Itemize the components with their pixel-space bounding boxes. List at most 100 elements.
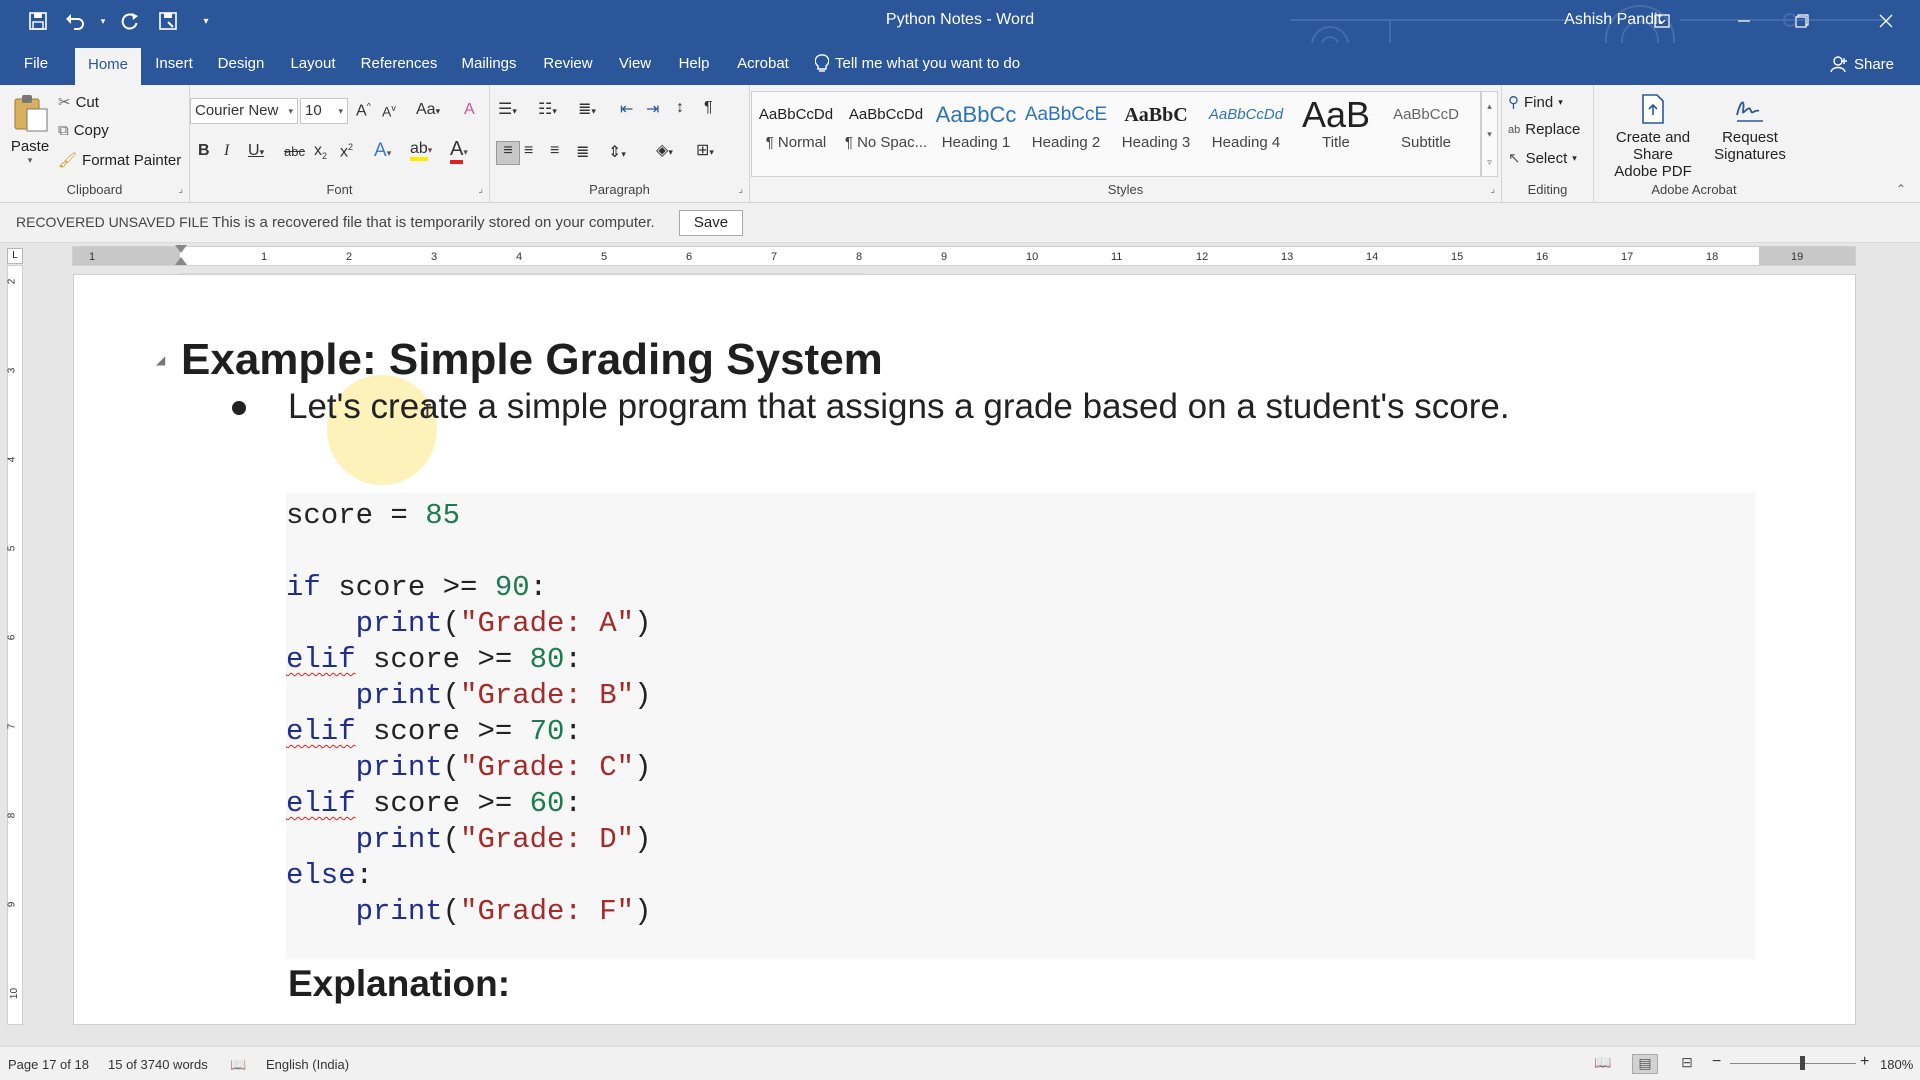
style-title[interactable]: AaB Title bbox=[1292, 96, 1380, 166]
zoom-level[interactable]: 180% bbox=[1880, 1057, 1913, 1072]
sort-icon[interactable]: ↕ bbox=[676, 99, 684, 117]
code-line[interactable]: print("Grade: D") bbox=[286, 823, 652, 859]
tab-help[interactable]: Help bbox=[672, 43, 716, 85]
format-painter-button[interactable]: 🖌 Format Painter bbox=[58, 151, 181, 170]
tab-design[interactable]: Design bbox=[213, 43, 269, 85]
style-heading-2[interactable]: AaBbCcE Heading 2 bbox=[1022, 96, 1110, 166]
collapse-heading-icon[interactable]: ◢ bbox=[156, 353, 165, 367]
code-line[interactable]: print("Grade: F") bbox=[286, 895, 652, 931]
tab-file[interactable]: File bbox=[14, 43, 58, 85]
tab-insert[interactable]: Insert bbox=[150, 43, 198, 85]
align-right-icon[interactable]: ≡ bbox=[550, 142, 559, 160]
horizontal-ruler[interactable]: 1 1 2 3 4 5 6 7 8 9 10 11 12 13 14 15 16 17 18 19 bbox=[72, 245, 1856, 266]
select-button[interactable]: ↖ Select ▾ bbox=[1508, 149, 1577, 168]
request-signatures-button[interactable]: Request Signatures bbox=[1710, 93, 1790, 163]
code-line[interactable]: print("Grade: A") bbox=[286, 607, 652, 643]
align-left-icon[interactable]: ≡ bbox=[496, 141, 520, 165]
ribbon-display-options-icon[interactable] bbox=[1642, 6, 1682, 36]
text-effects-icon[interactable]: A▾ bbox=[374, 140, 391, 162]
bullet-text[interactable]: Let's create a simple program that assig… bbox=[288, 387, 1510, 427]
change-case-icon[interactable]: Aa▾ bbox=[416, 101, 440, 119]
grow-font-icon[interactable]: A^ bbox=[356, 101, 371, 120]
find-button[interactable]: ⚲ Find ▾ bbox=[1508, 93, 1563, 112]
restore-icon[interactable] bbox=[1782, 6, 1822, 36]
tell-me-search[interactable]: Tell me what you want to do bbox=[815, 43, 1020, 85]
style-heading-1[interactable]: AaBbCc Heading 1 bbox=[932, 96, 1020, 166]
code-block[interactable]: score = 85 if score >= 90: print("Grade: … bbox=[286, 493, 1755, 959]
code-line[interactable]: score = 85 bbox=[286, 499, 460, 535]
tab-mailings[interactable]: Mailings bbox=[455, 43, 523, 85]
styles-launcher-icon[interactable]: ⌟ bbox=[1490, 184, 1495, 195]
cut-button[interactable]: ✂ Cut bbox=[58, 93, 99, 112]
zoom-slider-thumb[interactable] bbox=[1800, 1056, 1805, 1070]
chevron-down-icon[interactable]: ▾ bbox=[1482, 120, 1497, 148]
strikethrough-icon[interactable]: abc bbox=[284, 144, 305, 159]
code-line[interactable]: print("Grade: C") bbox=[286, 751, 652, 787]
print-layout-icon[interactable]: ▤ bbox=[1632, 1054, 1658, 1074]
font-family-combo[interactable]: Courier New ▾ bbox=[190, 98, 298, 124]
tab-view[interactable]: View bbox=[612, 43, 658, 85]
style-no-spacing[interactable]: AaBbCcDd ¶ No Spac... bbox=[842, 96, 930, 166]
share-button[interactable]: Share bbox=[1830, 43, 1894, 85]
tab-home[interactable]: Home bbox=[75, 48, 141, 85]
underline-icon[interactable]: U▾ bbox=[248, 142, 264, 160]
bold-icon[interactable]: B bbox=[198, 142, 210, 160]
style-heading-4[interactable]: AaBbCcDd Heading 4 bbox=[1202, 96, 1290, 166]
show-formatting-marks-icon[interactable]: ¶ bbox=[704, 99, 713, 117]
clipboard-launcher-icon[interactable]: ⌟ bbox=[178, 184, 183, 195]
explanation-heading[interactable]: Explanation: bbox=[288, 963, 510, 1005]
page-count[interactable]: Page 17 of 18 bbox=[8, 1057, 89, 1072]
style-subtitle[interactable]: AaBbCcD Subtitle bbox=[1382, 96, 1470, 166]
multilevel-list-icon[interactable]: ≣▾ bbox=[578, 99, 596, 119]
italic-icon[interactable]: I bbox=[224, 142, 229, 160]
document-page[interactable]: ◢ Example: Simple Grading System Let's c… bbox=[73, 274, 1856, 1025]
minimize-icon[interactable] bbox=[1724, 6, 1764, 36]
save-button[interactable]: Save bbox=[679, 210, 743, 236]
numbering-icon[interactable]: ☷▾ bbox=[538, 99, 557, 119]
code-line[interactable]: if score >= 90: bbox=[286, 571, 547, 607]
paste-button[interactable]: Paste ▾ bbox=[8, 93, 52, 179]
shrink-font-icon[interactable]: Av bbox=[382, 103, 396, 120]
close-icon[interactable] bbox=[1866, 6, 1906, 36]
zoom-slider[interactable] bbox=[1730, 1063, 1856, 1064]
first-line-indent-marker[interactable] bbox=[175, 245, 187, 253]
subscript-icon[interactable]: x2 bbox=[314, 142, 327, 161]
chevron-up-icon[interactable]: ▴ bbox=[1482, 92, 1497, 120]
collapse-ribbon-icon[interactable]: ⌃ bbox=[1896, 182, 1906, 196]
decrease-indent-icon[interactable]: ⇤ bbox=[620, 99, 633, 119]
code-line[interactable]: print("Grade: B") bbox=[286, 679, 652, 715]
vertical-ruler[interactable]: 2 3 4 5 6 7 8 9 10 bbox=[6, 265, 23, 1025]
word-count[interactable]: 15 of 3740 words bbox=[108, 1057, 208, 1072]
tab-layout[interactable]: Layout bbox=[284, 43, 342, 85]
code-line[interactable]: elif score >= 80: bbox=[286, 643, 582, 679]
proofing-icon[interactable]: 📖 bbox=[230, 1057, 246, 1073]
bullets-icon[interactable]: ☰▾ bbox=[498, 99, 517, 119]
tab-review[interactable]: Review bbox=[538, 43, 598, 85]
read-mode-icon[interactable]: 📖 bbox=[1590, 1054, 1616, 1074]
superscript-icon[interactable]: x2 bbox=[340, 142, 353, 161]
zoom-out-icon[interactable]: − bbox=[1712, 1053, 1721, 1071]
clear-formatting-icon[interactable]: A bbox=[464, 101, 475, 119]
code-line[interactable]: elif score >= 60: bbox=[286, 787, 582, 823]
code-line[interactable]: else: bbox=[286, 859, 373, 895]
line-spacing-icon[interactable]: ⇕▾ bbox=[608, 142, 626, 162]
tab-acrobat[interactable]: Acrobat bbox=[730, 43, 796, 85]
align-center-icon[interactable]: ≡ bbox=[524, 142, 533, 160]
replace-button[interactable]: ab Replace bbox=[1508, 121, 1580, 138]
paste-dropdown-icon[interactable]: ▾ bbox=[8, 155, 52, 166]
web-layout-icon[interactable]: ⊟ bbox=[1674, 1054, 1700, 1074]
code-line[interactable]: elif score >= 70: bbox=[286, 715, 582, 751]
tab-references[interactable]: References bbox=[357, 43, 441, 85]
ruler-corner-tab-selector[interactable]: L bbox=[7, 248, 23, 264]
highlight-color-icon[interactable]: ab▾ bbox=[410, 140, 432, 161]
create-share-pdf-button[interactable]: Create and Share Adobe PDF bbox=[1598, 93, 1708, 180]
hanging-indent-marker[interactable] bbox=[175, 257, 187, 265]
more-styles-icon[interactable]: ▿ bbox=[1482, 148, 1497, 176]
paragraph-launcher-icon[interactable]: ⌟ bbox=[738, 184, 743, 195]
zoom-in-icon[interactable]: + bbox=[1860, 1053, 1869, 1071]
language[interactable]: English (India) bbox=[266, 1057, 349, 1072]
copy-button[interactable]: ⧉ Copy bbox=[58, 122, 109, 139]
font-color-icon[interactable]: A▾ bbox=[450, 138, 468, 164]
style-heading-3[interactable]: AaBbC Heading 3 bbox=[1112, 96, 1200, 166]
document-heading[interactable]: Example: Simple Grading System bbox=[181, 335, 883, 385]
